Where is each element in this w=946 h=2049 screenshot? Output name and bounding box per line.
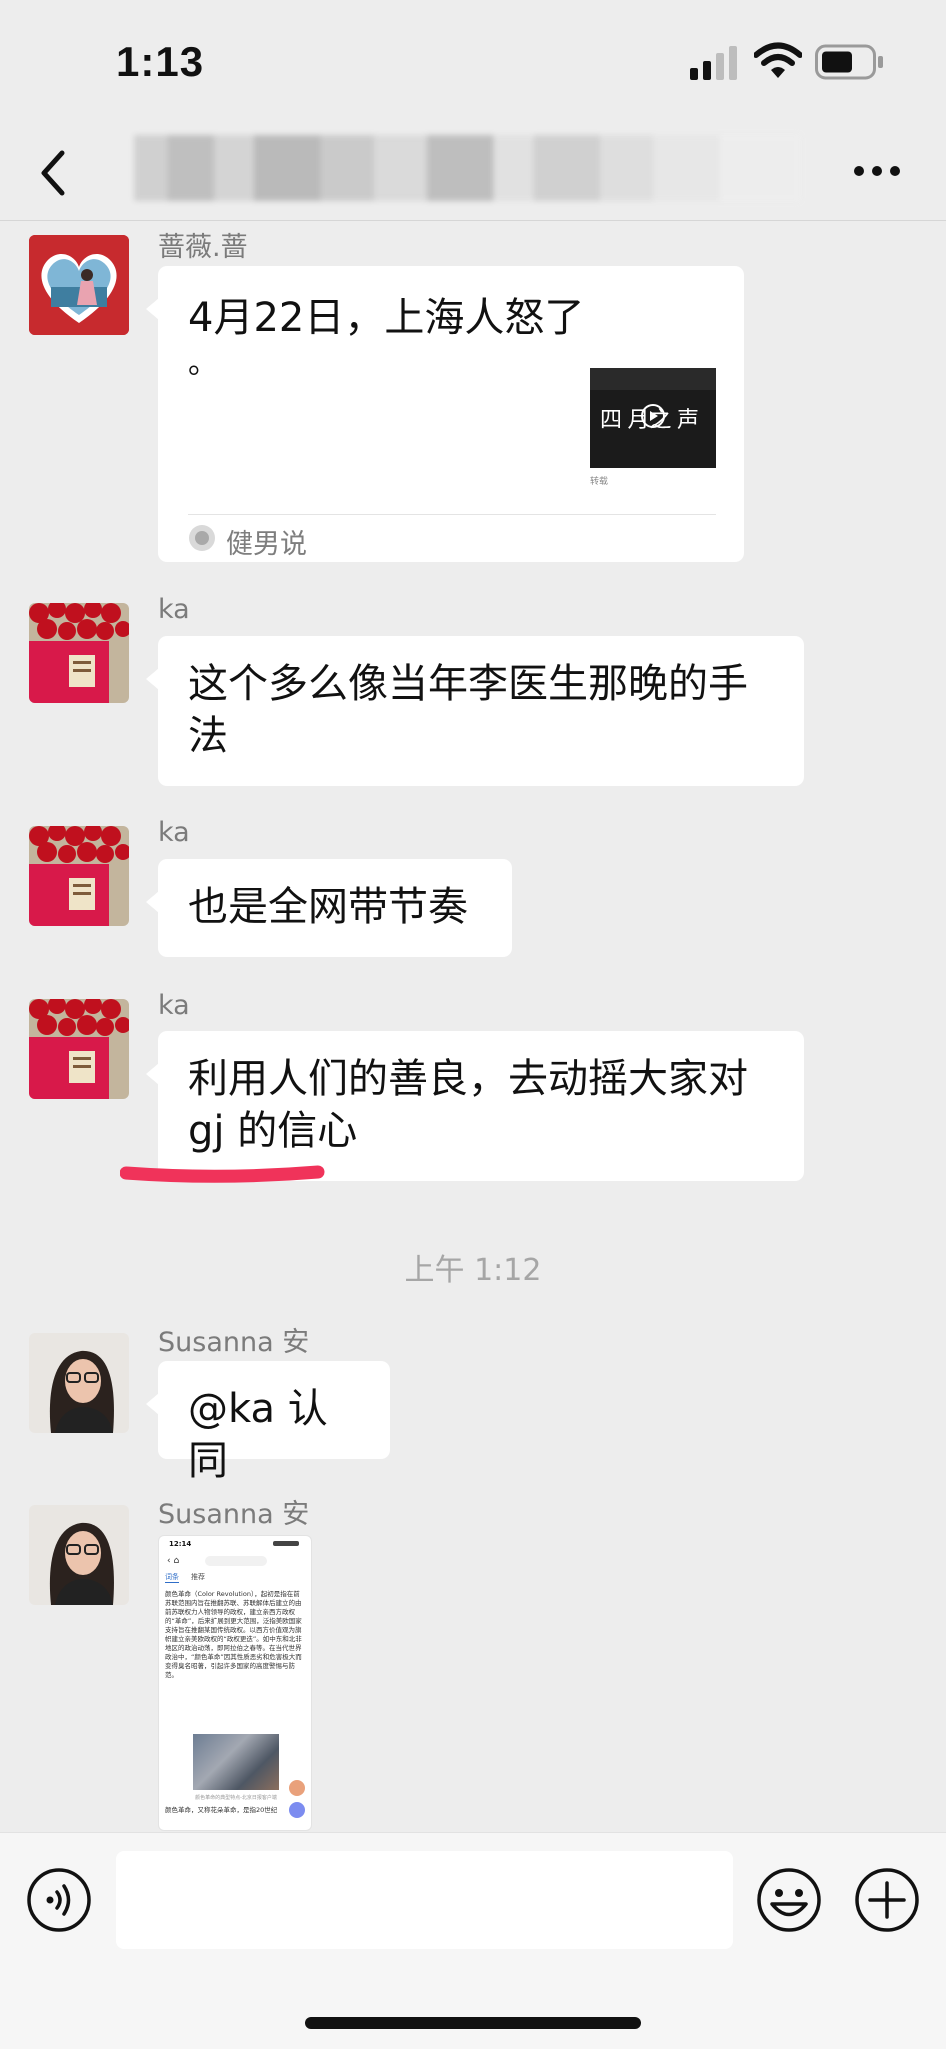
more-icon[interactable]: [852, 163, 902, 179]
screenshot-time: 12:14: [169, 1540, 192, 1548]
avatar-heart-image: [29, 235, 129, 335]
source-logo-icon: [189, 525, 215, 551]
wifi-icon: [754, 42, 802, 78]
message-text-continued: 法: [188, 713, 228, 759]
avatar[interactable]: [29, 1333, 129, 1433]
message-bubble[interactable]: 也是全网带节奏: [146, 859, 512, 957]
screenshot-status-icons: [273, 1541, 299, 1546]
message-text: 也是全网带节奏: [188, 884, 468, 930]
shared-article-card[interactable]: 4月22日，上海人怒了 。 四 月之 声 转载 健男说: [146, 266, 744, 562]
sender-name: Susanna 安: [158, 1499, 310, 1530]
article-source: 健男说: [226, 529, 307, 560]
chat-timestamp: 上午 1:12: [404, 1253, 542, 1288]
card-divider: [188, 514, 716, 515]
sender-name: ka: [158, 990, 190, 1021]
screenshot-tab: 词条: [165, 1573, 179, 1581]
input-bar: [0, 1832, 946, 2049]
screenshot-caption: 颜色革命的典型特点-北京日报客户端: [195, 1795, 277, 1801]
plus-icon[interactable]: [854, 1867, 920, 1933]
emoji-icon[interactable]: [756, 1867, 822, 1933]
back-icon[interactable]: [34, 145, 74, 201]
avatar-flowers-image: [29, 999, 129, 1099]
message-text-continued: gj 的信心: [188, 1108, 358, 1154]
chat-header: [0, 125, 946, 221]
message-bubble[interactable]: 利用人们的善良，去动摇大家对 gj 的信心: [146, 1031, 804, 1181]
screenshot-back-icon: ‹ ⌂: [167, 1556, 180, 1566]
bubble-tail: [146, 298, 159, 320]
battery-icon: [815, 44, 883, 80]
sender-name: ka: [158, 817, 190, 848]
screenshot-tab-indicator: [165, 1582, 179, 1583]
sender-name: Susanna 安: [158, 1327, 310, 1358]
message-text: 利用人们的善良，去动摇大家对: [188, 1056, 748, 1102]
avatar[interactable]: [29, 1505, 129, 1605]
red-underline-annotation: [120, 1165, 325, 1183]
message-text: 这个多么像当年李医生那晚的手: [188, 661, 748, 707]
avatar[interactable]: [29, 235, 129, 335]
avatar[interactable]: [29, 826, 129, 926]
avatar-flowers-image: [29, 603, 129, 703]
avatar-portrait-image: [29, 1505, 129, 1605]
avatar[interactable]: [29, 603, 129, 703]
thumbnail-caption: 转载: [590, 477, 609, 487]
article-title-continued: 。: [188, 346, 218, 381]
status-bar: 1:13: [0, 0, 946, 125]
status-time: 1:13: [116, 38, 205, 85]
article-title: 4月22日，上海人怒了: [188, 295, 585, 341]
screenshot-search-box: [205, 1556, 267, 1566]
avatar-portrait-image: [29, 1333, 129, 1433]
screenshot-tab: 推荐: [191, 1573, 205, 1581]
screenshot-paragraph: 颜色革命（Color Revolution），起初是指在前苏联范围内旨在推翻苏联…: [165, 1590, 302, 1679]
screenshot-footer-text: 颜色革命，又称花朵革命，是指20世纪: [165, 1806, 278, 1814]
message-bubble[interactable]: @ka 认同: [146, 1361, 390, 1484]
message-bubble[interactable]: 这个多么像当年李医生那晚的手 法: [146, 636, 804, 786]
screenshot-photo: [193, 1734, 279, 1790]
avatar[interactable]: [29, 999, 129, 1099]
signal-icon: [690, 46, 737, 80]
play-icon: [641, 404, 665, 428]
avatar-flowers-image: [29, 826, 129, 926]
sender-name: 蔷薇.蔷: [158, 232, 248, 263]
screenshot-float-icon: [289, 1780, 305, 1796]
image-message[interactable]: 12:14 ‹ ⌂ 词条 推荐 颜色革命（Color Revolution），起…: [158, 1535, 312, 1831]
home-indicator[interactable]: [305, 2017, 641, 2029]
chat-title-blurred: [134, 135, 800, 201]
message-text: @ka 认同: [188, 1386, 328, 1484]
message-input[interactable]: [116, 1851, 733, 1949]
sender-name: ka: [158, 594, 190, 625]
article-thumbnail: 四 月之 声: [590, 368, 716, 468]
voice-icon[interactable]: [26, 1867, 92, 1933]
screenshot-float-icon: [289, 1802, 305, 1818]
